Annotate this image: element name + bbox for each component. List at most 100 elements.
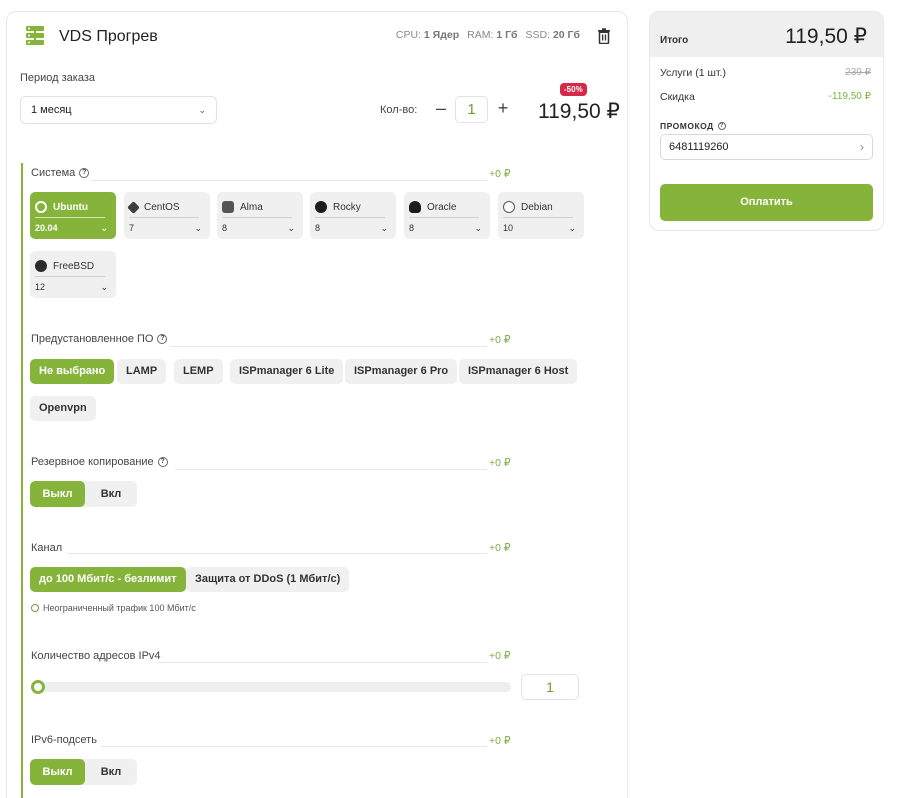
software-chip[interactable]: Openvpn bbox=[30, 396, 96, 421]
software-chip[interactable]: LEMP bbox=[174, 359, 223, 384]
os-tile-ubuntu[interactable]: Ubuntu 20.04 ⌄ bbox=[30, 192, 116, 239]
os-version-select[interactable]: 10 bbox=[503, 223, 513, 234]
software-chip[interactable]: ISPmanager 6 Lite bbox=[230, 359, 344, 384]
channel-chip[interactable]: Защита от DDoS (1 Мбит/с) bbox=[186, 567, 350, 592]
quantity-input[interactable]: 1 bbox=[455, 96, 488, 123]
ipv6-toggle[interactable]: Выкл Вкл bbox=[30, 759, 137, 785]
backup-toggle[interactable]: Выкл Вкл bbox=[30, 481, 137, 507]
section-divider bbox=[92, 180, 487, 181]
quantity-decrease-button[interactable]: – bbox=[433, 98, 449, 118]
os-tile-debian[interactable]: Debian 10 ⌄ bbox=[498, 192, 584, 239]
os-version-select[interactable]: 8 bbox=[222, 223, 227, 234]
help-icon[interactable]: ? bbox=[79, 168, 90, 178]
ipv4-count-input[interactable]: 1 bbox=[521, 674, 579, 700]
section-backup-label: Резервное копирование ? bbox=[31, 456, 168, 468]
debian-icon bbox=[503, 201, 515, 213]
help-icon[interactable]: ? bbox=[157, 334, 168, 344]
discount-badge: -50% bbox=[560, 83, 587, 96]
section-ipv4-price: +0 ₽ bbox=[489, 650, 511, 662]
channel-note: Неограниченный трафик 100 Мбит/с bbox=[31, 603, 196, 613]
ipv4-slider-track[interactable] bbox=[31, 682, 511, 692]
chevron-down-icon: ⌄ bbox=[380, 223, 388, 233]
toggle-on-option[interactable]: Вкл bbox=[85, 759, 137, 785]
section-divider bbox=[101, 746, 487, 747]
os-tile-centos[interactable]: CentOS 7 ⌄ bbox=[124, 192, 210, 239]
section-channel-price: +0 ₽ bbox=[489, 542, 511, 554]
ipv4-slider-thumb[interactable] bbox=[31, 680, 45, 694]
os-version-select[interactable]: 20.04 bbox=[35, 223, 58, 234]
section-system-price: +0 ₽ bbox=[489, 168, 511, 180]
software-chip[interactable]: ISPmanager 6 Host bbox=[459, 359, 578, 384]
chevron-down-icon: ⌄ bbox=[198, 104, 206, 115]
period-select[interactable]: 1 месяц ⌄ bbox=[20, 96, 217, 124]
section-ipv4-label: Количество адресов IPv4 bbox=[31, 650, 161, 662]
help-icon[interactable]: ? bbox=[717, 122, 726, 130]
software-chip[interactable]: ISPmanager 6 Pro bbox=[345, 359, 458, 384]
section-divider bbox=[170, 346, 487, 347]
toggle-off-option[interactable]: Выкл bbox=[30, 759, 85, 785]
os-version-select[interactable]: 8 bbox=[315, 223, 320, 234]
section-divider bbox=[175, 469, 487, 470]
services-value: 239 ₽ bbox=[845, 67, 871, 78]
section-divider bbox=[159, 662, 487, 663]
penguin-icon bbox=[409, 201, 421, 213]
freebsd-icon bbox=[35, 260, 47, 272]
help-icon[interactable]: ? bbox=[157, 457, 168, 467]
summary-card: Итого 119,50 ₽ Услуги (1 шт.) 239 ₽ Скид… bbox=[649, 11, 884, 231]
order-card: VDS Прогрев CPU: 1 Ядер RAM: 1 Гб SSD: 2… bbox=[6, 11, 628, 798]
summary-total: 119,50 ₽ bbox=[785, 25, 867, 48]
rocky-icon bbox=[315, 201, 327, 213]
info-icon bbox=[31, 604, 39, 612]
chevron-down-icon: ⌄ bbox=[474, 223, 482, 233]
section-system-label: Система ? bbox=[31, 167, 90, 179]
trash-icon[interactable] bbox=[597, 28, 611, 44]
chevron-down-icon: ⌄ bbox=[194, 223, 202, 233]
section-divider bbox=[67, 553, 487, 554]
ubuntu-icon bbox=[35, 201, 47, 213]
os-version-select[interactable]: 7 bbox=[129, 223, 134, 234]
os-version-select[interactable]: 12 bbox=[35, 282, 45, 293]
order-price: 119,50 ₽ bbox=[538, 100, 620, 123]
promo-input[interactable]: 6481119260 › bbox=[660, 134, 873, 160]
period-label: Период заказа bbox=[20, 72, 96, 84]
toggle-off-option[interactable]: Выкл bbox=[30, 481, 85, 507]
services-label: Услуги (1 шт.) bbox=[660, 67, 726, 79]
product-title: VDS Прогрев bbox=[59, 28, 158, 45]
pay-button[interactable]: Оплатить bbox=[660, 184, 873, 221]
software-chip[interactable]: Не выбрано bbox=[30, 359, 115, 384]
os-tile-rocky[interactable]: Rocky 8 ⌄ bbox=[310, 192, 396, 239]
sections-accent-line bbox=[21, 163, 23, 798]
section-backup-price: +0 ₽ bbox=[489, 457, 511, 469]
spec-ssd: SSD: 20 Гб bbox=[525, 29, 580, 41]
chevron-right-icon[interactable]: › bbox=[860, 140, 864, 154]
discount-label: Скидка bbox=[660, 91, 695, 103]
period-value: 1 месяц bbox=[31, 104, 72, 116]
spec-cpu: CPU: 1 Ядер bbox=[395, 29, 460, 41]
promo-label: ПРОМОКОД ? bbox=[660, 121, 726, 131]
product-specs: CPU: 1 Ядер RAM: 1 Гб SSD: 20 Гб bbox=[396, 29, 580, 41]
toggle-on-option[interactable]: Вкл bbox=[85, 481, 137, 507]
section-software-label: Предустановленное ПО ? bbox=[31, 333, 168, 345]
server-icon bbox=[26, 26, 44, 45]
alma-icon bbox=[222, 201, 234, 213]
centos-icon bbox=[127, 200, 140, 214]
section-software-price: +0 ₽ bbox=[489, 334, 511, 346]
os-version-select[interactable]: 8 bbox=[409, 223, 414, 234]
channel-chip[interactable]: до 100 Мбит/с - безлимит bbox=[30, 567, 186, 592]
software-chip[interactable]: LAMP bbox=[117, 359, 167, 384]
os-tile-freebsd[interactable]: FreeBSD 12 ⌄ bbox=[30, 251, 116, 298]
section-channel-label: Канал bbox=[31, 542, 63, 554]
quantity-label: Кол-во: bbox=[380, 104, 418, 116]
chevron-down-icon: ⌄ bbox=[568, 223, 576, 233]
chevron-down-icon: ⌄ bbox=[100, 223, 108, 233]
discount-value: -119,50 ₽ bbox=[828, 91, 871, 102]
chevron-down-icon: ⌄ bbox=[100, 282, 108, 292]
os-tile-oracle[interactable]: Oracle 8 ⌄ bbox=[404, 192, 490, 239]
section-ipv6-price: +0 ₽ bbox=[489, 735, 511, 747]
summary-title: Итого bbox=[660, 35, 689, 46]
os-tile-alma[interactable]: Alma 8 ⌄ bbox=[217, 192, 303, 239]
spec-ram: RAM: 1 Гб bbox=[467, 29, 518, 41]
quantity-increase-button[interactable]: + bbox=[495, 98, 511, 118]
chevron-down-icon: ⌄ bbox=[287, 223, 295, 233]
section-ipv6-label: IPv6-подсеть bbox=[31, 734, 97, 746]
